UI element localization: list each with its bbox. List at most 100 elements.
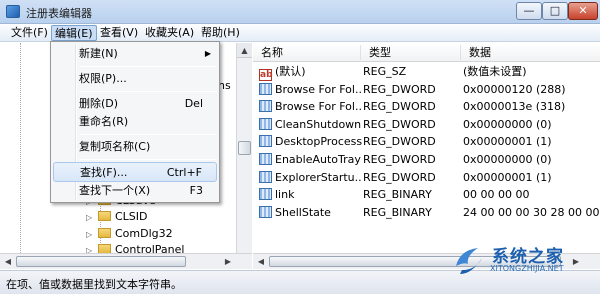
menu-item-label: 删除(D)	[79, 97, 119, 110]
value-type-cell: REG_DWORD	[363, 82, 436, 96]
value-name-cell: ab (默认)	[259, 63, 362, 81]
table-row[interactable]: ab (默认) REG_SZ (数值未设置)	[253, 63, 600, 81]
value-type-cell: REG_BINARY	[363, 188, 432, 202]
tree-item[interactable]: ▷ ComDlg32	[86, 226, 173, 242]
minimize-button[interactable]: —	[516, 2, 542, 20]
binary-value-icon	[259, 205, 272, 218]
site-watermark: 系统之家 XITONGZHIJIA.NET	[452, 238, 600, 278]
scroll-thumb[interactable]	[16, 256, 186, 267]
edit-dropdown-menu: 新建(N) ▶ 权限(P)... 删除(D) Del 重命名(R) 复制项名称(…	[50, 41, 220, 203]
menu-item-permissions[interactable]: 权限(P)...	[53, 69, 217, 89]
value-data-cell: (数值未设置)	[463, 65, 527, 78]
table-row[interactable]: ShellState REG_BINARY 24 00 00 00 30 28 00…	[253, 204, 600, 222]
window-title: 注册表编辑器	[26, 7, 92, 20]
value-name-text: DesktopProcess	[275, 135, 362, 149]
value-name-cell: CleanShutdown	[259, 116, 362, 133]
registry-values-pane[interactable]: 名称 类型 数据 ab (默认) REG_SZ (数值未设置) Browse For F…	[253, 43, 600, 253]
scroll-up-arrow-icon[interactable]: ▲	[237, 43, 252, 58]
binary-value-icon	[259, 153, 272, 165]
list-header: 名称 类型 数据	[253, 43, 600, 62]
value-name-cell: Browse For Fol...	[259, 98, 362, 115]
value-name-text: ExplorerStartu...	[275, 170, 362, 184]
value-name-text: ShellState	[275, 205, 331, 219]
column-type-header[interactable]: 类型	[361, 45, 461, 60]
menu-item-find-next[interactable]: 查找下一个(X) F3	[53, 181, 217, 201]
value-type-cell: REG_DWORD	[363, 117, 436, 131]
value-data-cell: 0x00000001 (1)	[463, 135, 552, 149]
table-row[interactable]: Browse For Fol... REG_DWORD 0x00000120 (28…	[253, 81, 600, 99]
value-name-cell: link	[259, 186, 362, 203]
value-type-cell: REG_SZ	[363, 65, 407, 78]
watermark-logo-icon	[456, 248, 482, 274]
table-row[interactable]: CleanShutdown REG_DWORD 0x00000000 (0)	[253, 116, 600, 134]
menu-item-label: 查找下一个(X)	[79, 184, 151, 197]
menu-item-label: 重命名(R)	[79, 115, 129, 128]
tree-item-label: ComDlg32	[115, 227, 173, 240]
menu-item-new[interactable]: 新建(N) ▶	[53, 44, 217, 64]
menu-edit[interactable]: 编辑(E)	[51, 25, 97, 41]
menu-item-rename[interactable]: 重命名(R)	[53, 112, 217, 132]
menu-item-label: 查找(F)...	[80, 166, 128, 179]
menu-item-copy-key-name[interactable]: 复制项名称(C)	[53, 137, 217, 157]
tree-guide-line	[20, 43, 21, 269]
table-row[interactable]: DesktopProcess REG_DWORD 0x00000001 (1)	[253, 133, 600, 151]
menu-file[interactable]: 文件(F)	[8, 25, 51, 41]
scroll-left-arrow-icon[interactable]: ◀	[0, 254, 16, 269]
binary-value-icon	[259, 117, 272, 130]
binary-value-icon	[259, 135, 272, 148]
value-data-cell: 0x00000001 (1)	[463, 170, 552, 184]
value-type-cell: REG_DWORD	[363, 153, 436, 166]
column-name-header[interactable]: 名称	[253, 45, 361, 60]
menu-separator	[79, 134, 217, 135]
value-name-text: Browse For Fol...	[275, 100, 362, 114]
value-type-cell: REG_DWORD	[363, 100, 436, 114]
table-row[interactable]: ExplorerStartu... REG_DWORD 0x00000001 (1)	[253, 169, 600, 187]
menu-help[interactable]: 帮助(H)	[198, 25, 243, 41]
tree-item[interactable]: ▷ CLSID	[86, 209, 148, 225]
shortcut-label: F3	[189, 184, 203, 197]
scroll-right-arrow-icon[interactable]: ▶	[220, 254, 236, 269]
value-data-cell: 24 00 00 00 30 28 00 00 00	[463, 205, 600, 219]
tree-item-label: CLSID	[115, 210, 148, 223]
tree-vertical-scrollbar[interactable]: ▲	[236, 43, 252, 269]
value-name-cell: ExplorerStartu...	[259, 169, 362, 186]
close-button[interactable]: ✕	[568, 2, 598, 20]
status-text: 在项、值或数据里找到文本字符串。	[6, 278, 182, 291]
value-name-text: (默认)	[275, 65, 306, 78]
table-row[interactable]: EnableAutoTray REG_DWORD 0x00000000 (0)	[253, 151, 600, 169]
value-type-cell: REG_BINARY	[363, 205, 432, 219]
table-row[interactable]: Browse For Fol... REG_DWORD 0x0000013e (31…	[253, 98, 600, 116]
menu-item-label: 权限(P)...	[79, 72, 127, 85]
menu-item-label: 复制项名称(C)	[79, 140, 151, 153]
binary-value-icon	[259, 188, 272, 201]
binary-value-icon	[259, 82, 272, 95]
value-type-cell: REG_DWORD	[363, 135, 436, 149]
scroll-left-arrow-icon[interactable]: ◀	[253, 254, 269, 269]
value-data-cell: 0x00000120 (288)	[463, 82, 566, 96]
column-data-header[interactable]: 数据	[461, 45, 600, 60]
table-row[interactable]: link REG_BINARY 00 00 00 00	[253, 186, 600, 204]
menu-item-delete[interactable]: 删除(D) Del	[53, 94, 217, 114]
watermark-url: XITONGZHIJIA.NET	[490, 264, 564, 273]
maximize-button[interactable]: □	[542, 2, 568, 20]
folder-icon	[98, 211, 111, 221]
tree-horizontal-scrollbar[interactable]: ◀ ▶	[0, 253, 252, 269]
binary-value-icon	[259, 100, 272, 113]
value-data-cell: 0x00000000 (0)	[463, 117, 552, 131]
folder-icon	[98, 228, 111, 238]
value-name-text: Browse For Fol...	[275, 82, 362, 96]
menu-item-label: 新建(N)	[79, 47, 118, 60]
menu-view[interactable]: 查看(V)	[97, 25, 141, 41]
menu-favorites[interactable]: 收藏夹(A)	[142, 25, 197, 41]
scroll-thumb[interactable]	[238, 141, 251, 155]
expand-arrow-icon[interactable]: ▷	[86, 210, 94, 226]
value-name-cell: ShellState	[259, 204, 362, 221]
menu-separator	[79, 159, 217, 160]
expand-arrow-icon[interactable]: ▷	[86, 227, 94, 243]
shortcut-label: Ctrl+F	[166, 166, 202, 179]
menu-bar: 文件(F) 编辑(E) 查看(V) 收藏夹(A) 帮助(H)	[0, 24, 600, 42]
value-data-cell: 0x00000000 (0)	[463, 153, 552, 166]
value-name-cell: EnableAutoTray	[259, 151, 362, 168]
value-name-text: CleanShutdown	[275, 117, 362, 131]
menu-item-find[interactable]: 查找(F)... Ctrl+F	[53, 162, 217, 182]
